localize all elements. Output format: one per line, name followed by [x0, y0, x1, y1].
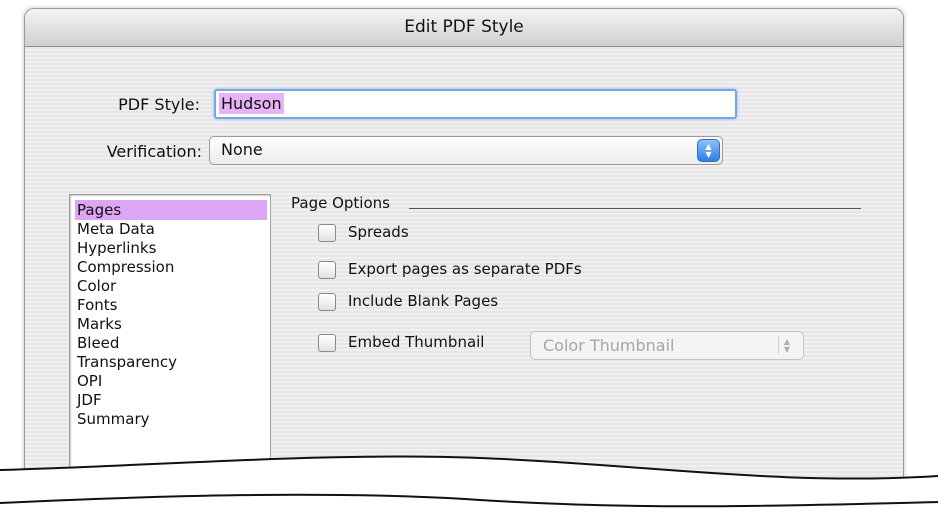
torn-edge-illustration — [0, 455, 938, 508]
title-bar[interactable]: Edit PDF Style — [25, 9, 903, 47]
category-list[interactable]: Pages Meta Data Hyperlinks Compression C… — [69, 194, 271, 479]
separate-pdfs-label: Export pages as separate PDFs — [348, 260, 582, 278]
spreads-label: Spreads — [348, 223, 409, 241]
list-item-bleed[interactable]: Bleed — [75, 333, 267, 353]
page-options-heading: Page Options — [291, 194, 390, 212]
embed-thumbnail-label: Embed Thumbnail — [348, 333, 485, 351]
thumbnail-select-value: Color Thumbnail — [543, 336, 675, 355]
pdf-style-label: PDF Style: — [118, 95, 200, 114]
list-item-marks[interactable]: Marks — [75, 314, 267, 334]
separate-pdfs-checkbox[interactable] — [318, 261, 336, 279]
embed-thumbnail-checkbox[interactable] — [318, 334, 336, 352]
list-item-pages[interactable]: Pages — [75, 200, 267, 220]
popup-arrows-icon: ▲ ▼ — [697, 139, 720, 162]
window-title: Edit PDF Style — [404, 17, 524, 37]
list-item-fonts[interactable]: Fonts — [75, 295, 267, 315]
blank-pages-label: Include Blank Pages — [348, 292, 499, 310]
thumbnail-select[interactable]: Color Thumbnail ▲ ▼ — [530, 331, 804, 360]
group-divider — [409, 208, 861, 209]
list-item-meta-data[interactable]: Meta Data — [75, 219, 267, 239]
pdf-style-value: Hudson — [219, 93, 284, 114]
edit-pdf-style-dialog: Edit PDF Style PDF Style: Hudson Verific… — [24, 8, 904, 479]
spreads-checkbox[interactable] — [318, 224, 336, 242]
blank-pages-checkbox[interactable] — [318, 293, 336, 311]
list-item-transparency[interactable]: Transparency — [75, 352, 267, 372]
list-item-opi[interactable]: OPI — [75, 371, 267, 391]
popup-arrows-icon: ▲ ▼ — [778, 336, 795, 354]
pdf-style-input[interactable]: Hudson — [214, 89, 737, 119]
list-item-color[interactable]: Color — [75, 276, 267, 296]
list-item-summary[interactable]: Summary — [75, 409, 267, 429]
verification-label: Verification: — [106, 142, 202, 161]
verification-select[interactable]: None ▲ ▼ — [209, 136, 723, 165]
list-item-jdf[interactable]: JDF — [75, 390, 267, 410]
list-item-hyperlinks[interactable]: Hyperlinks — [75, 238, 267, 258]
verification-value: None — [221, 140, 263, 159]
list-item-compression[interactable]: Compression — [75, 257, 267, 277]
